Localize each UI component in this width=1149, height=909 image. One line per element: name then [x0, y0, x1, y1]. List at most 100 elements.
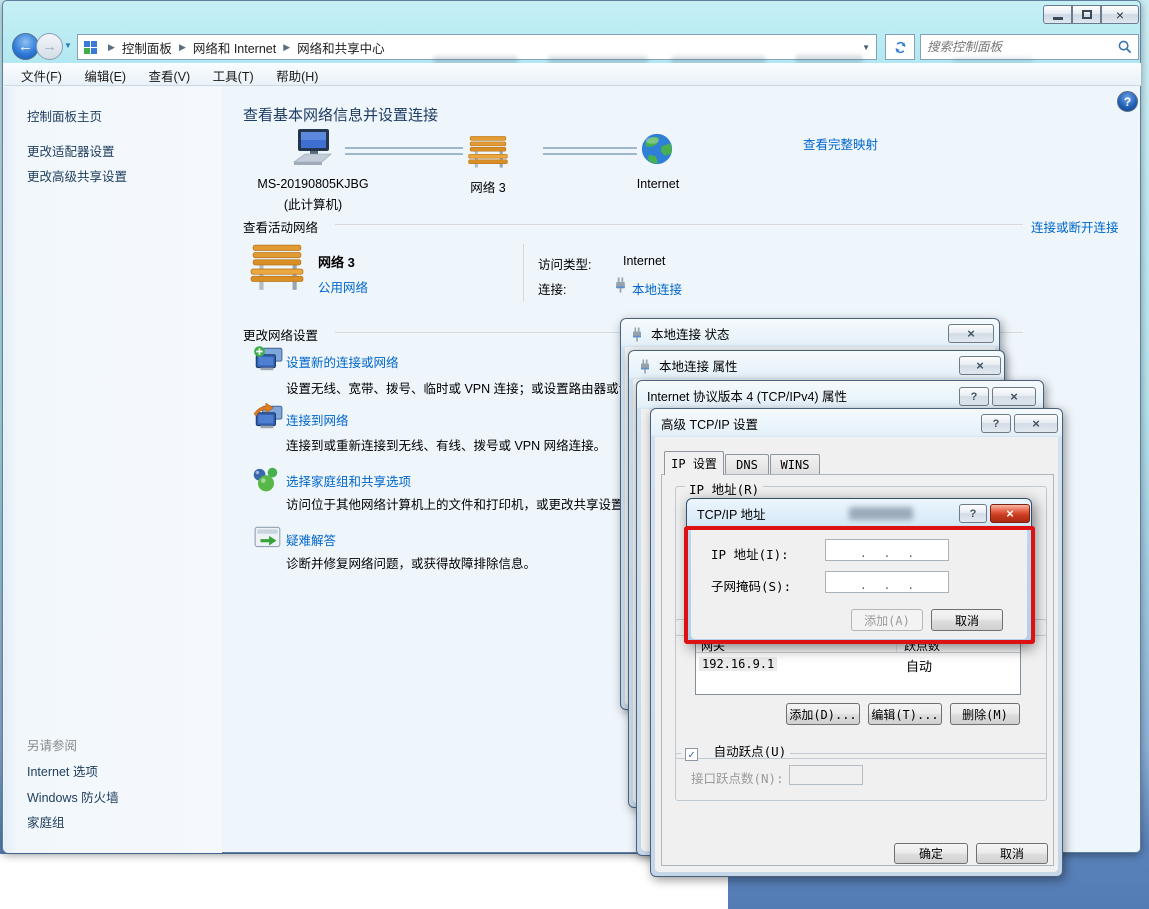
new-connection-icon	[252, 345, 284, 373]
menu-bar: 文件(F) 编辑(E) 查看(V) 工具(T) 帮助(H)	[4, 63, 1141, 86]
breadcrumb-network-internet[interactable]: 网络和 Internet	[193, 38, 276, 57]
help-icon: ?	[971, 391, 978, 403]
forward-arrow-icon: →	[42, 38, 57, 55]
breadcrumb-network-sharing[interactable]: 网络和共享中心	[297, 38, 385, 57]
internet-label: Internet	[618, 177, 698, 191]
network-label: 网络 3	[443, 177, 533, 196]
full-map-link[interactable]: 查看完整映射	[803, 134, 878, 153]
gateway-table[interactable]: 网关 跃点数 192.16.9.1 自动	[695, 635, 1021, 695]
dialog-title: 本地连接 状态	[651, 324, 729, 343]
menu-file[interactable]: 文件(F)	[12, 63, 71, 88]
auto-metric-label[interactable]: 自动跃点(U)	[714, 744, 787, 759]
help-icon: ?	[1124, 95, 1131, 109]
sidebar-item-windows-firewall[interactable]: Windows 防火墙	[27, 787, 119, 806]
recent-pages-dropdown[interactable]: ▼	[64, 41, 72, 50]
connection-plug-icon	[614, 275, 627, 293]
gateway-cell: 192.16.9.1	[699, 657, 777, 671]
task-new-connection-link[interactable]: 设置新的连接或网络	[286, 352, 399, 371]
task-homegroup-link[interactable]: 选择家庭组和共享选项	[286, 471, 411, 490]
breadcrumb-separator-icon: ▶	[172, 42, 193, 53]
sidebar-item-home[interactable]: 控制面板主页	[27, 106, 102, 125]
sidebar-item-internet-options[interactable]: Internet 选项	[27, 761, 98, 780]
location-icon	[84, 41, 97, 54]
help-button[interactable]: ?	[981, 414, 1011, 433]
search-input[interactable]	[921, 40, 1117, 54]
dialog-titlebar: 本地连接 状态	[621, 319, 999, 347]
tab-ip-settings[interactable]: IP 设置	[664, 451, 724, 475]
minimize-button[interactable]	[1043, 5, 1072, 24]
close-button[interactable]: ×	[990, 504, 1030, 523]
back-button[interactable]: ←	[12, 33, 39, 60]
computer-label: MS-20190805KJBG	[233, 177, 393, 191]
sidebar-item-advanced-sharing[interactable]: 更改高级共享设置	[27, 166, 127, 185]
refresh-button[interactable]	[885, 34, 915, 60]
network-type-link[interactable]: 公用网络	[318, 277, 368, 296]
interface-metric-input[interactable]	[789, 765, 863, 785]
dialog-titlebar: 本地连接 属性	[629, 351, 1004, 379]
sidebar-item-adapter-settings[interactable]: 更改适配器设置	[27, 141, 115, 160]
help-button[interactable]: ?	[959, 504, 987, 523]
censored-text	[849, 507, 913, 520]
connect-disconnect-link[interactable]: 连接或断开连接	[1031, 217, 1119, 236]
internet-globe-icon[interactable]	[640, 132, 674, 166]
task-troubleshoot-link[interactable]: 疑难解答	[286, 530, 336, 549]
breadcrumb-separator-icon: ▶	[276, 42, 297, 53]
connect-network-icon	[252, 403, 284, 431]
tab-dns[interactable]: DNS	[725, 454, 769, 475]
menu-help[interactable]: 帮助(H)	[267, 63, 327, 88]
cancel-button[interactable]: 取消	[976, 843, 1048, 864]
close-button[interactable]: ×	[992, 387, 1036, 406]
dialog-title: Internet 协议版本 4 (TCP/IPv4) 属性	[647, 386, 847, 405]
divider	[335, 224, 1023, 225]
computer-sublabel: (此计算机)	[233, 194, 393, 213]
close-icon: ×	[1116, 7, 1124, 23]
see-also-header: 另请参阅	[27, 735, 77, 754]
check-icon: ✓	[688, 748, 695, 761]
metric-cell: 自动	[906, 656, 932, 675]
breadcrumb-control-panel[interactable]: 控制面板	[122, 38, 172, 57]
ip-address-group-label: IP 地址(R)	[685, 479, 763, 498]
close-icon: ×	[1032, 416, 1040, 431]
minimize-icon	[1053, 17, 1063, 20]
back-arrow-icon: ←	[18, 38, 33, 55]
active-network-icon	[249, 241, 305, 293]
plug-icon	[631, 325, 643, 342]
help-icon: ?	[970, 508, 977, 520]
table-row[interactable]: 192.16.9.1 自动	[696, 653, 1020, 673]
close-icon: ×	[1010, 389, 1018, 404]
red-highlight-box	[684, 526, 1035, 644]
search-icon[interactable]	[1117, 39, 1133, 55]
computer-icon[interactable]	[289, 128, 335, 172]
close-button[interactable]: ×	[948, 324, 994, 343]
help-button[interactable]: ?	[959, 387, 989, 406]
maximize-button[interactable]	[1072, 5, 1101, 24]
network-icon[interactable]	[467, 132, 509, 172]
gateway-edit-button[interactable]: 编辑(T)...	[868, 703, 942, 725]
tab-wins[interactable]: WINS	[770, 454, 820, 475]
page-title: 查看基本网络信息并设置连接	[243, 104, 438, 125]
close-button[interactable]: ×	[1101, 5, 1139, 24]
menu-tools[interactable]: 工具(T)	[204, 63, 263, 88]
breadcrumb-caret-icon[interactable]: ▼	[862, 43, 870, 52]
gateway-delete-button[interactable]: 删除(M)	[950, 703, 1020, 725]
help-button[interactable]: ?	[1117, 91, 1138, 112]
dialog-title: TCP/IP 地址	[697, 504, 766, 523]
menu-view[interactable]: 查看(V)	[140, 63, 200, 88]
close-button[interactable]: ×	[959, 356, 1001, 375]
maximize-icon	[1082, 10, 1092, 19]
active-network-name: 网络 3	[318, 252, 355, 271]
menu-edit[interactable]: 编辑(E)	[75, 63, 135, 88]
task-connect-link[interactable]: 连接到网络	[286, 410, 349, 429]
plug-icon	[639, 357, 651, 374]
homegroup-icon	[251, 465, 281, 493]
gateway-add-button[interactable]: 添加(D)...	[786, 703, 860, 725]
ok-button[interactable]: 确定	[894, 843, 968, 864]
auto-metric-checkbox[interactable]: ✓	[685, 748, 698, 761]
sidebar-item-homegroup[interactable]: 家庭组	[27, 812, 65, 831]
background-window	[0, 854, 728, 909]
forward-button[interactable]: →	[36, 33, 63, 60]
close-button[interactable]: ×	[1014, 414, 1058, 433]
help-icon: ?	[993, 418, 1000, 430]
desktop: × ← → ▼ ▶ 控制面板 ▶ 网络和 Internet ▶ 网络和共享中心 …	[0, 0, 1149, 909]
local-connection-link[interactable]: 本地连接	[632, 279, 682, 298]
